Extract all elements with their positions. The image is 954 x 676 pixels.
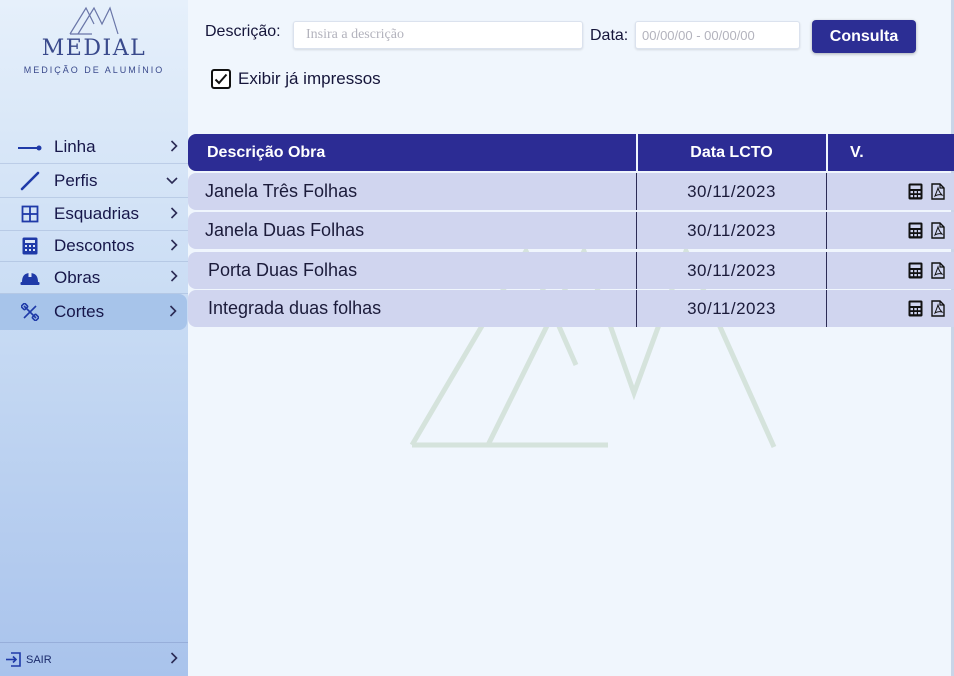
- calculator-icon[interactable]: [907, 182, 923, 200]
- line-icon: [15, 142, 45, 152]
- consulta-button[interactable]: Consulta: [812, 20, 916, 53]
- table-row[interactable]: Integrada duas folhas 30/11/2023: [188, 290, 954, 327]
- row-date: 30/11/2023: [687, 220, 776, 240]
- sidebar-item-descontos[interactable]: Descontos: [0, 231, 188, 262]
- sidebar-item-label: Obras: [54, 267, 101, 287]
- column-header-data[interactable]: Data LCTO: [637, 134, 826, 171]
- column-header-v[interactable]: V.: [850, 134, 864, 171]
- sidebar: MEDIAL MEDIÇÃO DE ALUMÍNIO Linha Perfis …: [0, 0, 188, 676]
- chevron-right-icon: [169, 304, 177, 321]
- sidebar-item-obras[interactable]: Obras: [0, 262, 188, 294]
- hard-hat-icon: [15, 270, 45, 286]
- tools-icon: [15, 303, 45, 321]
- logout-label: SAIR: [26, 653, 52, 666]
- sidebar-item-linha[interactable]: Linha: [0, 131, 188, 164]
- window-grid-icon: [15, 205, 45, 223]
- row-date: 30/11/2023: [687, 298, 776, 318]
- row-description: Janela Duas Folhas: [205, 220, 365, 240]
- sidebar-item-cortes[interactable]: Cortes: [0, 294, 187, 330]
- column-divider: [826, 290, 827, 327]
- row-actions: [907, 182, 946, 200]
- row-description: Janela Três Folhas: [205, 181, 358, 201]
- chevron-right-icon: [170, 238, 178, 255]
- row-actions: [907, 221, 946, 239]
- calculator-icon[interactable]: [907, 261, 923, 279]
- table-row[interactable]: Porta Duas Folhas 30/11/2023: [188, 252, 954, 289]
- chevron-right-icon: [170, 206, 178, 223]
- sidebar-item-label: Esquadrias: [54, 204, 140, 223]
- logout-button[interactable]: SAIR: [0, 642, 188, 676]
- sidebar-item-label: Linha: [54, 137, 96, 156]
- table-row[interactable]: Janela Duas Folhas 30/11/2023: [188, 212, 954, 249]
- brand-name: MEDIAL: [41, 36, 147, 61]
- sidebar-item-label: Perfis: [54, 170, 98, 190]
- exit-icon: [5, 652, 22, 667]
- row-date: 30/11/2023: [687, 181, 776, 201]
- sidebar-item-perfis[interactable]: Perfis: [0, 164, 188, 198]
- brand-logo: MEDIAL MEDIÇÃO DE ALUMÍNIO: [0, 6, 188, 75]
- chevron-right-icon: [170, 651, 178, 668]
- brand-tagline: MEDIÇÃO DE ALUMÍNIO: [23, 65, 165, 75]
- table-header: Descrição Obra Data LCTO V.: [188, 134, 954, 171]
- brand-mark-icon: [69, 6, 119, 35]
- description-input[interactable]: [293, 21, 583, 49]
- column-header-descricao[interactable]: Descrição Obra: [207, 134, 325, 171]
- pdf-icon[interactable]: [930, 182, 946, 200]
- checkmark-icon: [214, 73, 228, 85]
- date-label: Data:: [590, 27, 629, 44]
- pdf-icon[interactable]: [930, 221, 946, 239]
- table-row[interactable]: Janela Três Folhas 30/11/2023: [188, 173, 954, 210]
- show-printed-toggle[interactable]: Exibir já impressos: [211, 69, 381, 89]
- calculator-icon[interactable]: [907, 299, 923, 317]
- sidebar-menu: Linha Perfis Esquadrias Descontos Obras …: [0, 131, 188, 330]
- column-divider: [826, 252, 827, 289]
- slash-icon: [15, 170, 45, 192]
- description-label: Descrição:: [205, 23, 281, 40]
- calculator-icon: [15, 237, 45, 255]
- chevron-right-icon: [170, 269, 178, 286]
- chevron-right-icon: [170, 139, 178, 156]
- row-actions: [907, 299, 946, 317]
- column-divider: [826, 212, 827, 249]
- row-actions: [907, 261, 946, 279]
- date-range-input[interactable]: [635, 21, 800, 49]
- column-divider: [826, 173, 827, 210]
- row-date: 30/11/2023: [687, 260, 776, 280]
- show-printed-checkbox[interactable]: [211, 69, 231, 89]
- pdf-icon[interactable]: [930, 261, 946, 279]
- show-printed-label: Exibir já impressos: [238, 69, 381, 88]
- pdf-icon[interactable]: [930, 299, 946, 317]
- row-description: Porta Duas Folhas: [208, 260, 358, 280]
- sidebar-item-label: Cortes: [54, 302, 105, 321]
- sidebar-item-esquadrias[interactable]: Esquadrias: [0, 198, 188, 231]
- main-content: Descrição: Data: Consulta Exibir já impr…: [188, 0, 954, 676]
- column-divider: [826, 134, 828, 171]
- row-description: Integrada duas folhas: [208, 298, 382, 318]
- calculator-icon[interactable]: [907, 221, 923, 239]
- sidebar-item-label: Descontos: [54, 236, 135, 255]
- chevron-down-icon: [166, 172, 178, 189]
